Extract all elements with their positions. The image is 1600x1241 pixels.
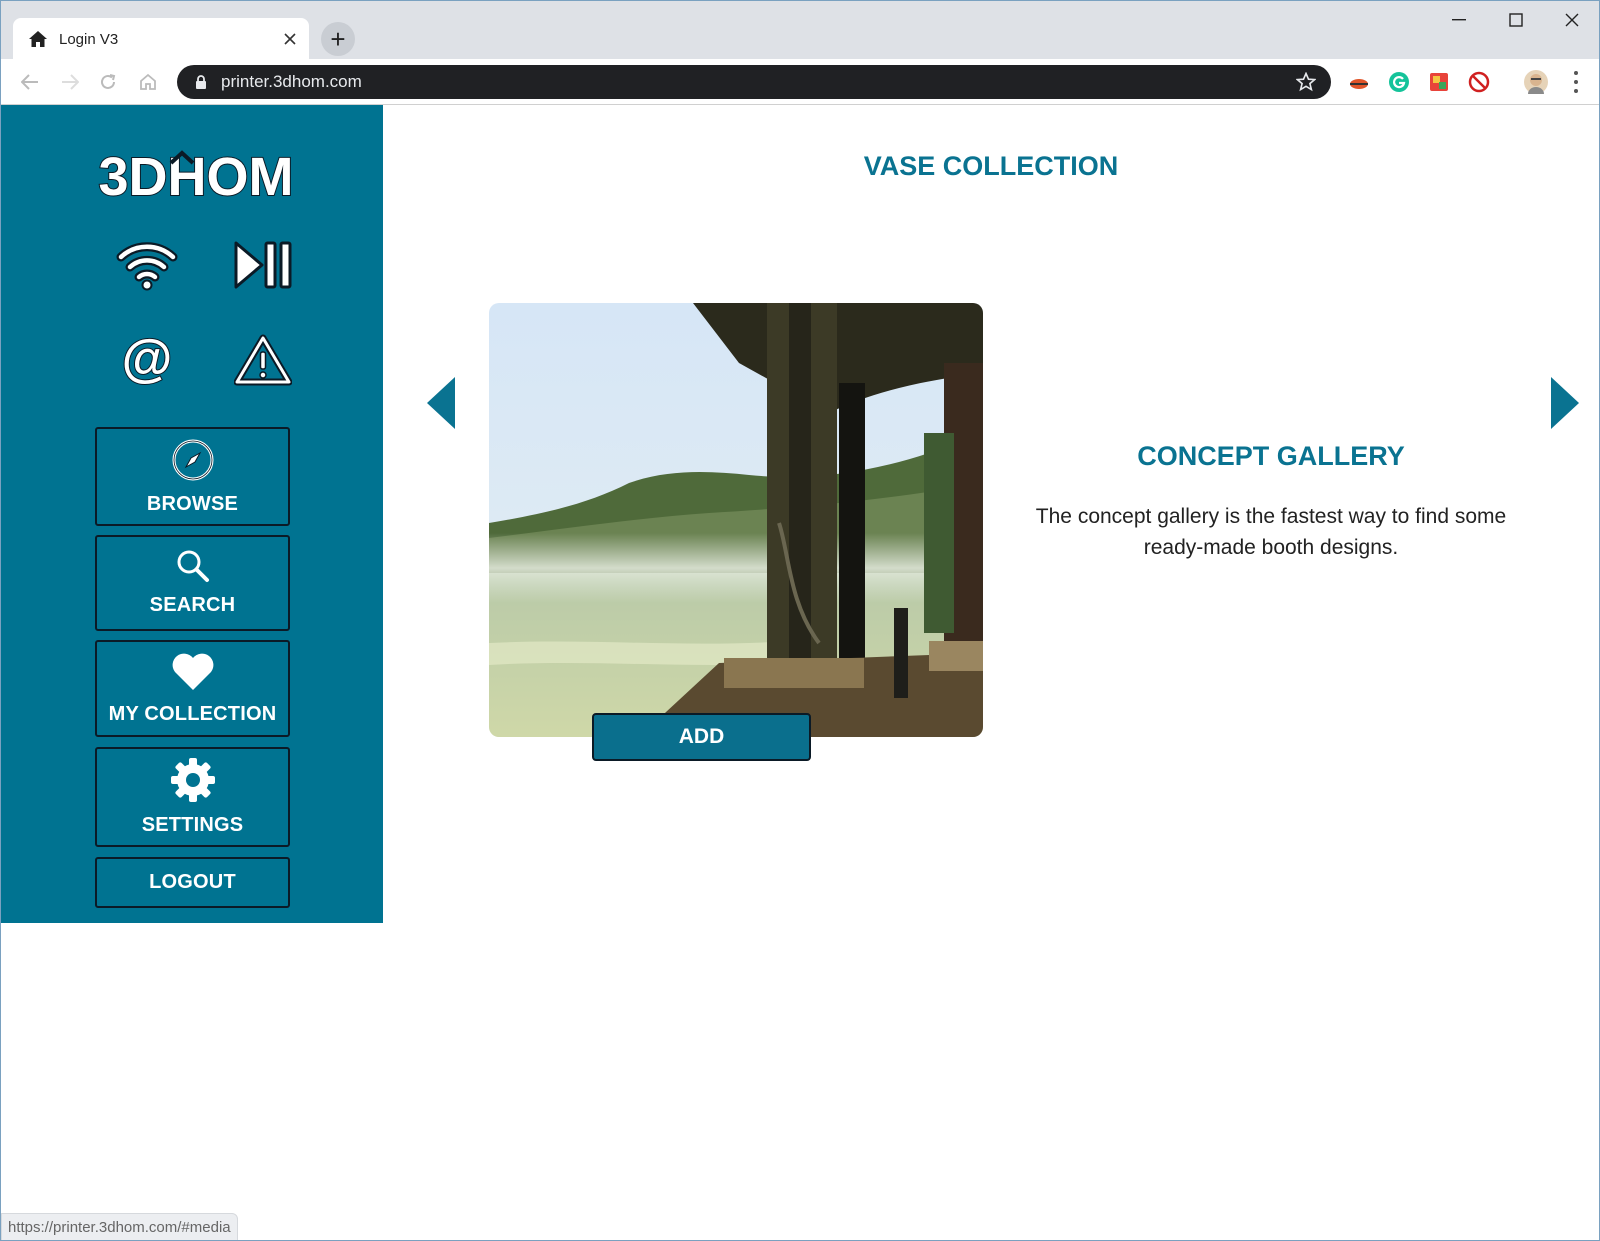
- window-close-icon[interactable]: [1544, 5, 1599, 35]
- extension-colorful-icon[interactable]: [1427, 70, 1451, 94]
- play-pause-icon[interactable]: [223, 230, 303, 300]
- logout-button[interactable]: LOGOUT: [95, 857, 290, 908]
- reload-icon[interactable]: [93, 67, 123, 97]
- settings-button[interactable]: SETTINGS: [95, 747, 290, 847]
- search-label: SEARCH: [149, 594, 236, 616]
- at-icon[interactable]: @: [107, 325, 187, 395]
- svg-text:@: @: [122, 334, 173, 386]
- block-extension-icon[interactable]: [1467, 70, 1491, 94]
- page-content: 3DHOM @ BROWSE SEARCH MY COLLECTION SETT…: [1, 105, 1599, 1240]
- heart-icon: [170, 652, 216, 697]
- tab-strip: Login V3 +: [1, 1, 1599, 60]
- browse-label: BROWSE: [146, 492, 239, 515]
- back-arrow-icon[interactable]: [15, 67, 45, 97]
- tab-close-icon[interactable]: [277, 26, 303, 52]
- gear-icon: [170, 757, 216, 808]
- browser-tab[interactable]: Login V3: [13, 18, 309, 60]
- bookmark-star-icon[interactable]: [1291, 67, 1321, 97]
- compass-icon: [171, 438, 215, 487]
- add-button[interactable]: ADD: [592, 713, 811, 761]
- maximize-icon[interactable]: [1488, 5, 1544, 35]
- gallery-title: CONCEPT GALLERY: [1137, 441, 1405, 471]
- logo-text: 3DHOM: [98, 147, 293, 205]
- gallery-image: [489, 303, 983, 737]
- browser-toolbar: printer.3dhom.com: [1, 59, 1599, 105]
- tab-title: Login V3: [59, 30, 119, 48]
- sidebar: 3DHOM @ BROWSE SEARCH MY COLLECTION SETT…: [1, 105, 383, 923]
- minimize-icon[interactable]: [1431, 5, 1487, 35]
- profile-avatar-icon[interactable]: [1524, 70, 1548, 94]
- logo: 3DHOM: [97, 146, 294, 205]
- previous-arrow-icon[interactable]: [423, 373, 463, 433]
- address-bar[interactable]: printer.3dhom.com: [177, 65, 1331, 99]
- gallery-description: The concept gallery is the fastest way t…: [1035, 505, 1507, 559]
- home-icon: [27, 28, 49, 50]
- settings-label: SETTINGS: [141, 814, 244, 836]
- forward-arrow-icon[interactable]: [55, 67, 85, 97]
- search-button[interactable]: SEARCH: [95, 535, 290, 631]
- browser-menu-icon[interactable]: [1566, 69, 1586, 95]
- url-text: printer.3dhom.com: [221, 72, 362, 91]
- next-arrow-icon[interactable]: [1545, 373, 1585, 433]
- status-bar-url: https://printer.3dhom.com/#media: [1, 1213, 238, 1240]
- page-title: VASE COLLECTION: [863, 151, 1119, 181]
- home-button-icon[interactable]: [133, 67, 163, 97]
- search-icon: [176, 549, 210, 588]
- logout-label: LOGOUT: [149, 871, 236, 893]
- browse-button[interactable]: BROWSE: [95, 427, 290, 526]
- my-collection-label: MY COLLECTION: [108, 702, 277, 725]
- new-tab-button[interactable]: +: [321, 22, 355, 56]
- wifi-icon[interactable]: [107, 230, 187, 300]
- lock-icon: [193, 73, 209, 91]
- browser-window: Login V3 + printer.3dhom.com 3DHOM @ BRO…: [0, 0, 1600, 1241]
- my-collection-button[interactable]: MY COLLECTION: [95, 640, 290, 737]
- grammarly-icon[interactable]: [1387, 70, 1411, 94]
- extension-bowl-icon[interactable]: [1347, 70, 1371, 94]
- warning-icon[interactable]: [223, 325, 303, 395]
